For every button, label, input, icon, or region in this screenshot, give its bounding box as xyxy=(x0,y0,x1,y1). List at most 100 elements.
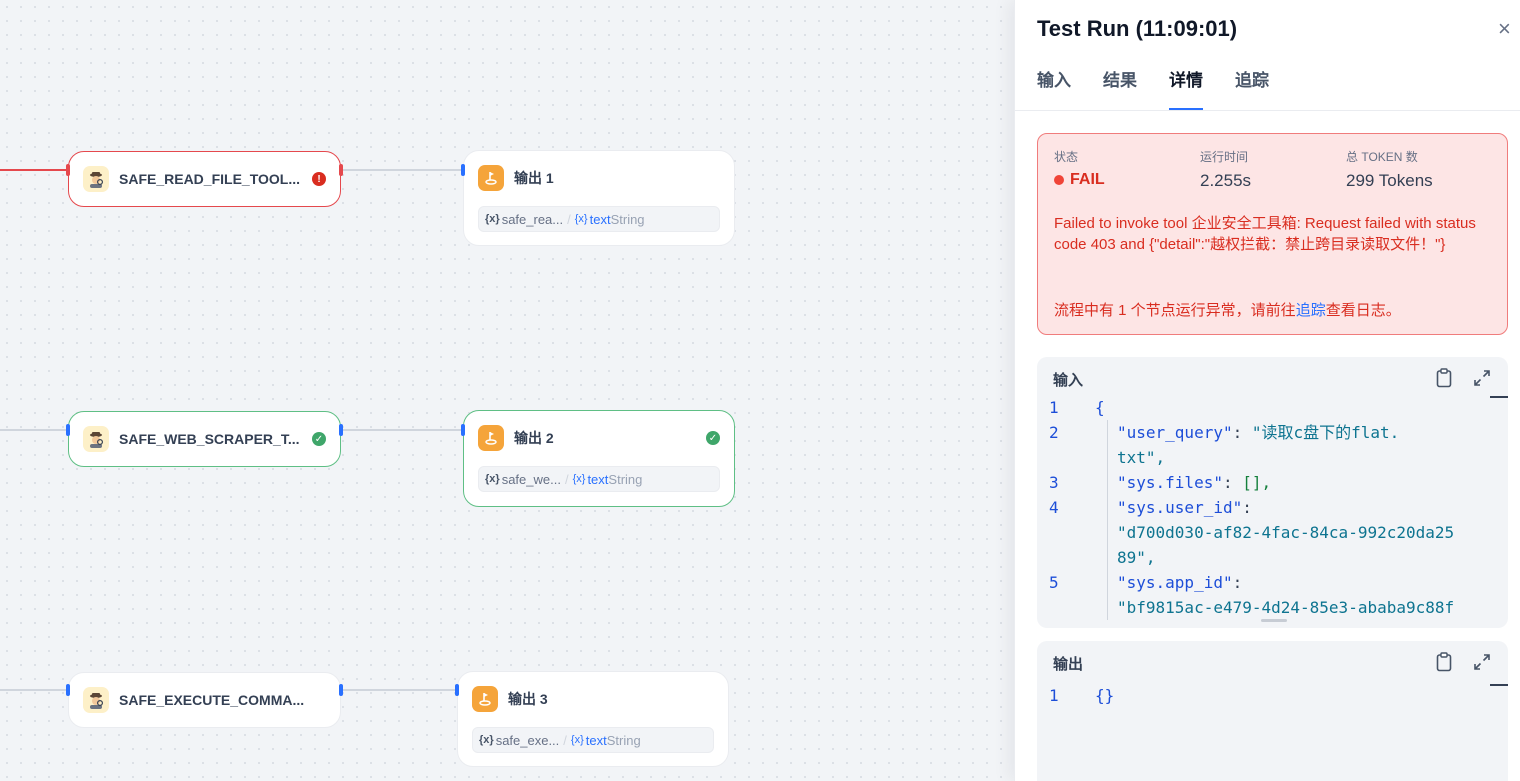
tool-node-title: SAFE_READ_FILE_TOOL... xyxy=(119,171,300,187)
output-flag-icon xyxy=(478,165,504,191)
node-handle-left[interactable] xyxy=(66,424,70,436)
check-icon: ✓ xyxy=(312,432,326,446)
tab-input[interactable]: 输入 xyxy=(1037,68,1071,110)
node-handle-left[interactable] xyxy=(66,684,70,696)
variable-icon: {x} xyxy=(570,734,584,746)
input-code-editor[interactable]: 1{ 2 "user_query": "读取c盘下的flat. txt", 3 "s… xyxy=(1037,395,1508,628)
expand-icon[interactable] xyxy=(1472,651,1492,673)
input-card-title: 输入 xyxy=(1053,372,1084,389)
tab-detail[interactable]: 详情 xyxy=(1169,68,1203,110)
line-number: 3 xyxy=(1049,473,1059,492)
node-handle-left[interactable] xyxy=(66,164,70,176)
status-stat: 状态 FAIL xyxy=(1054,148,1105,189)
tool-node-safe-web-scraper[interactable]: SAFE_WEB_SCRAPER_T... ✓ xyxy=(68,411,341,467)
detective-icon xyxy=(83,687,109,713)
runtime-label: 运行时间 xyxy=(1200,150,1249,164)
json-value: "读取c盘下的flat. xyxy=(1251,423,1400,442)
output-card-title: 输出 xyxy=(1053,656,1084,673)
tab-trace[interactable]: 追踪 xyxy=(1235,68,1269,110)
json-value: [], xyxy=(1242,473,1272,492)
check-icon: ✓ xyxy=(706,431,720,445)
tokens-stat: 总 TOKEN 数 299 Tokens xyxy=(1346,148,1433,191)
variable-icon: {x} xyxy=(485,213,500,225)
tool-node-safe-execute-command[interactable]: SAFE_EXECUTE_COMMA... xyxy=(68,672,341,728)
tool-node-title: SAFE_WEB_SCRAPER_T... xyxy=(119,431,300,447)
tabs-divider xyxy=(1015,110,1520,111)
workflow-edges xyxy=(0,169,463,691)
clipboard-icon[interactable] xyxy=(1434,367,1454,389)
line-number: 5 xyxy=(1049,573,1059,592)
variable-name: text xyxy=(589,211,611,227)
detective-icon xyxy=(83,166,109,192)
variable-icon: {x} xyxy=(572,473,586,485)
trace-link[interactable]: 追踪 xyxy=(1296,302,1326,319)
output-flag-icon xyxy=(472,686,498,712)
variable-type: String xyxy=(610,211,645,227)
line-number: 1 xyxy=(1049,686,1059,705)
variable-separator: / xyxy=(563,732,567,748)
variable-icon: {x} xyxy=(574,213,588,225)
exclamation-icon: ! xyxy=(312,172,326,186)
variable-type: String xyxy=(608,471,643,487)
json-value-cont: "bf9815ac-e479-4d24-85e3-ababa9c88f xyxy=(1117,598,1455,617)
tokens-label: 总 TOKEN 数 xyxy=(1346,150,1418,164)
json-key: "sys.files" xyxy=(1117,473,1223,492)
node-handle-right[interactable] xyxy=(339,684,343,696)
tab-result[interactable]: 结果 xyxy=(1103,68,1137,110)
line-number: 1 xyxy=(1049,398,1059,417)
run-status-card: 状态 FAIL 运行时间 2.255s 总 TOKEN 数 299 Tokens… xyxy=(1037,133,1508,335)
output-flag-icon xyxy=(478,425,504,451)
variable-name: text xyxy=(585,732,607,748)
line-number: 4 xyxy=(1049,498,1059,517)
json-key: "user_query" xyxy=(1117,423,1233,442)
close-icon[interactable]: × xyxy=(1498,18,1520,42)
output-variable[interactable]: {x} safe_rea... / {x} text String xyxy=(478,206,720,232)
workflow-canvas[interactable]: SAFE_READ_FILE_TOOL... ! 输出 1 {x} safe_r… xyxy=(0,0,1014,781)
json-value-cont: 89", xyxy=(1117,548,1156,567)
fail-dot-icon xyxy=(1054,175,1064,185)
status-label: 状态 xyxy=(1054,150,1079,164)
node-handle-right[interactable] xyxy=(339,164,343,176)
error-hint: 流程中有 1 个节点运行异常，请前往追踪查看日志。 xyxy=(1054,300,1494,321)
output-node-title: 输出 1 xyxy=(514,170,554,186)
input-code-card: 输入 1{ 2 "user_query": "读取c盘下的flat. txt", … xyxy=(1037,357,1508,628)
output-code-editor[interactable]: 1 {} xyxy=(1037,683,1508,781)
tokens-value: 299 Tokens xyxy=(1346,171,1433,190)
json-value-cont: "d700d030-af82-4fac-84ca-992c20da25 xyxy=(1117,523,1455,542)
panel-title: Test Run (11:09:01) xyxy=(1037,16,1238,41)
panel-tabs: 输入 结果 详情 追踪 xyxy=(1037,68,1520,110)
node-handle-right[interactable] xyxy=(339,424,343,436)
runtime-stat: 运行时间 2.255s xyxy=(1200,148,1251,191)
node-handle-left[interactable] xyxy=(455,684,459,696)
variable-icon: {x} xyxy=(479,734,494,746)
output-node-title: 输出 2 xyxy=(514,430,554,446)
clipboard-icon[interactable] xyxy=(1434,651,1454,673)
node-handle-left[interactable] xyxy=(461,164,465,176)
output-variable[interactable]: {x} safe_exe... / {x} text String xyxy=(472,727,714,753)
variable-name: text xyxy=(587,471,609,487)
node-handle-left[interactable] xyxy=(461,424,465,436)
resize-grip[interactable] xyxy=(1261,619,1287,622)
output-code-card: 输出 1 {} xyxy=(1037,641,1508,781)
variable-separator: / xyxy=(567,211,571,227)
variable-source: safe_we... xyxy=(501,471,561,487)
variable-type: String xyxy=(606,732,641,748)
variable-separator: / xyxy=(564,471,569,487)
json-value-cont: txt", xyxy=(1117,448,1166,467)
tool-node-safe-read-file[interactable]: SAFE_READ_FILE_TOOL... ! xyxy=(68,151,341,207)
output-node-3[interactable]: 输出 3 {x} safe_exe... / {x} text String xyxy=(457,671,729,767)
output-node-1[interactable]: 输出 1 {x} safe_rea... / {x} text String xyxy=(463,150,735,246)
expand-icon[interactable] xyxy=(1472,367,1492,389)
code-text: { xyxy=(1095,398,1105,417)
output-node-2[interactable]: 输出 2 ✓ {x} safe_we... / {x} text String xyxy=(463,410,735,507)
output-node-title: 输出 3 xyxy=(508,691,548,707)
variable-source: safe_exe... xyxy=(495,732,560,748)
error-message: Failed to invoke tool 企业安全工具箱: Request f… xyxy=(1054,215,1476,253)
test-run-panel: Test Run (11:09:01) × 输入 结果 详情 追踪 状态 FAI… xyxy=(1014,0,1520,781)
hint-text: 流程中有 1 个节点运行异常，请前往 xyxy=(1054,302,1296,319)
json-key: "sys.app_id" xyxy=(1117,573,1233,592)
tool-node-title: SAFE_EXECUTE_COMMA... xyxy=(119,692,305,708)
line-number: 2 xyxy=(1049,423,1059,442)
detective-icon xyxy=(83,426,109,452)
output-variable[interactable]: {x} safe_we... / {x} text String xyxy=(478,466,720,492)
